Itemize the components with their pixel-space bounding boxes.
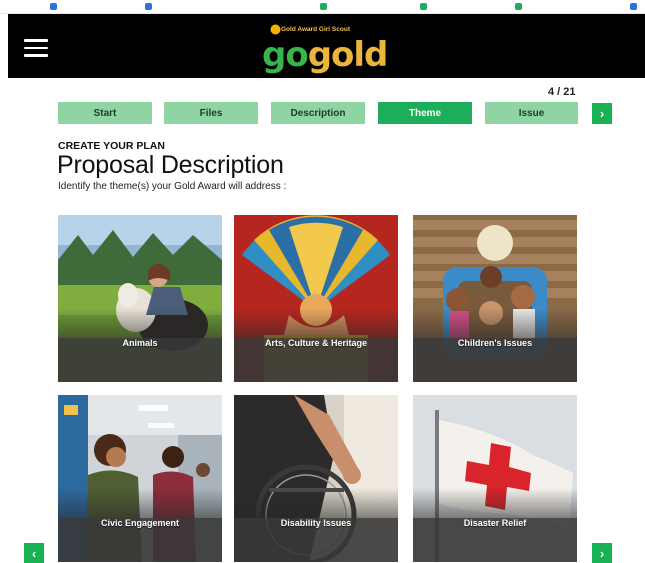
tab-theme[interactable]: Theme (378, 102, 472, 124)
page-title: Proposal Description (57, 151, 284, 179)
theme-label: Animals (122, 338, 158, 348)
sun-icon (272, 26, 279, 33)
browser-toolbar-strip (0, 0, 645, 14)
tab-start[interactable]: Start (58, 102, 152, 124)
theme-label: Disability Issues (280, 518, 352, 528)
chevron-left-icon: ‹ (31, 546, 37, 561)
site-header: Gold Award Girl Scout gogold (8, 14, 645, 78)
theme-label: Disaster Relief (463, 518, 527, 528)
chevron-right-icon: › (599, 106, 605, 121)
prev-page-button[interactable]: ‹ (24, 543, 44, 563)
hamburger-menu-icon[interactable] (24, 39, 48, 57)
tabs-next-button[interactable]: › (592, 103, 612, 124)
page-instruction: Identify the theme(s) your Gold Award wi… (58, 181, 287, 192)
gogold-logo[interactable]: Gold Award Girl Scout gogold (262, 26, 388, 72)
theme-card-civic-engagement[interactable]: Civic Engagement (58, 395, 222, 562)
theme-label: Children's Issues (457, 338, 533, 348)
theme-label: Civic Engagement (100, 518, 180, 528)
chevron-right-icon: › (599, 546, 605, 561)
tab-description[interactable]: Description (271, 102, 365, 124)
next-page-button[interactable]: › (592, 543, 612, 563)
tab-files[interactable]: Files (164, 102, 258, 124)
tab-issue[interactable]: Issue (485, 102, 578, 124)
theme-label: Arts, Culture & Heritage (264, 338, 368, 348)
logo-wordmark: gogold (262, 35, 388, 75)
theme-card-arts-culture-heritage[interactable]: Arts, Culture & Heritage (234, 215, 398, 382)
logo-tagline: Gold Award Girl Scout (272, 26, 350, 33)
step-counter: 4 / 21 (548, 86, 576, 98)
theme-card-disability-issues[interactable]: Disability Issues (234, 395, 398, 562)
theme-card-disaster-relief[interactable]: Disaster Relief (413, 395, 577, 562)
theme-card-childrens-issues[interactable]: Children's Issues (413, 215, 577, 382)
theme-card-animals[interactable]: Animals (58, 215, 222, 382)
